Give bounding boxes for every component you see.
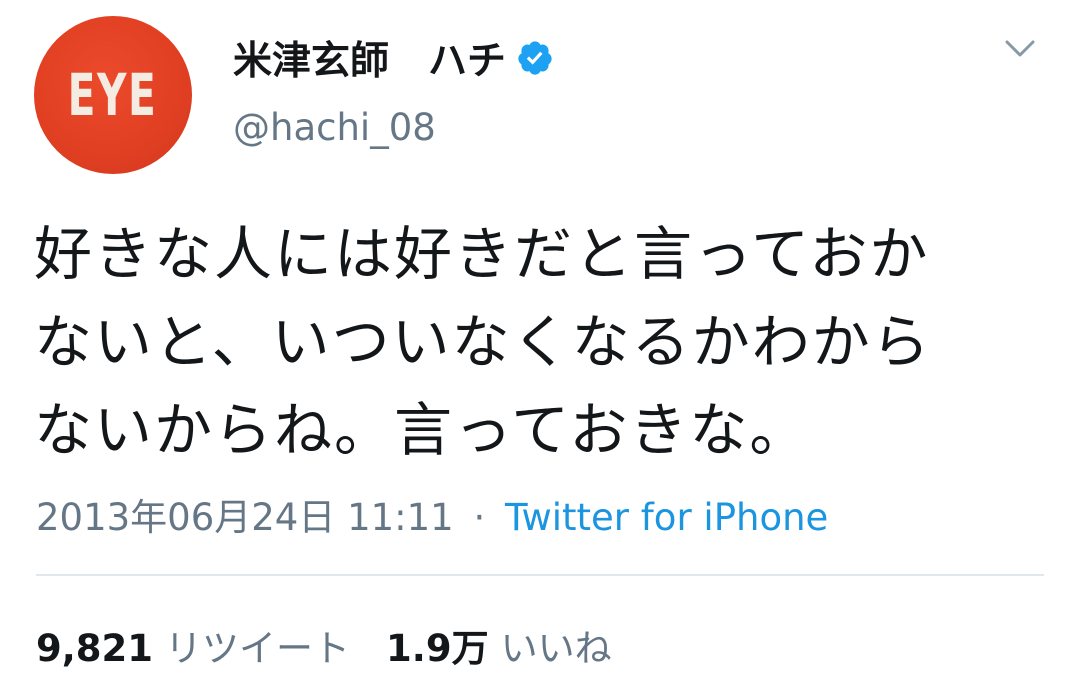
likes-stat[interactable]: 1.9万 いいね: [386, 618, 612, 672]
retweets-label: リツイート: [165, 627, 351, 670]
tweet-text-line: ないと、いついなくなるかわから: [34, 308, 932, 376]
tweet-text-line: 好きな人には好きだと言っておか: [34, 220, 930, 288]
user-handle[interactable]: @hachi_08: [233, 106, 436, 149]
chevron-down-icon[interactable]: [1004, 38, 1036, 60]
meta-separator: ·: [473, 496, 486, 539]
avatar[interactable]: EYE: [34, 16, 192, 174]
tweet-meta: 2013年06月24日 11:11 · Twitter for iPhone: [36, 487, 828, 541]
tweet-text-line: ないからね。言っておきな。: [34, 396, 810, 464]
avatar-logo-text: EYE: [68, 61, 158, 129]
tweet-card: EYE 米津玄師 ハチ @hachi_08 好きな人には好きだと言っておか ない…: [0, 0, 1080, 693]
retweets-count: 9,821: [36, 627, 154, 670]
verified-badge-icon: [516, 39, 554, 77]
retweets-stat[interactable]: 9,821 リツイート: [36, 618, 350, 672]
user-display-name-row[interactable]: 米津玄師 ハチ: [233, 30, 554, 86]
tweet-timestamp[interactable]: 2013年06月24日 11:11: [36, 496, 454, 539]
likes-label: いいね: [500, 627, 612, 670]
user-display-name[interactable]: 米津玄師 ハチ: [233, 30, 506, 86]
tweet-source-link[interactable]: Twitter for iPhone: [505, 496, 828, 539]
likes-count: 1.9万: [386, 627, 489, 670]
tweet-text: 好きな人には好きだと言っておか ないと、いついなくなるかわから ないからね。言っ…: [34, 210, 1044, 474]
tweet-stats: 9,821 リツイート 1.9万 いいね: [36, 618, 612, 672]
divider: [36, 574, 1044, 576]
